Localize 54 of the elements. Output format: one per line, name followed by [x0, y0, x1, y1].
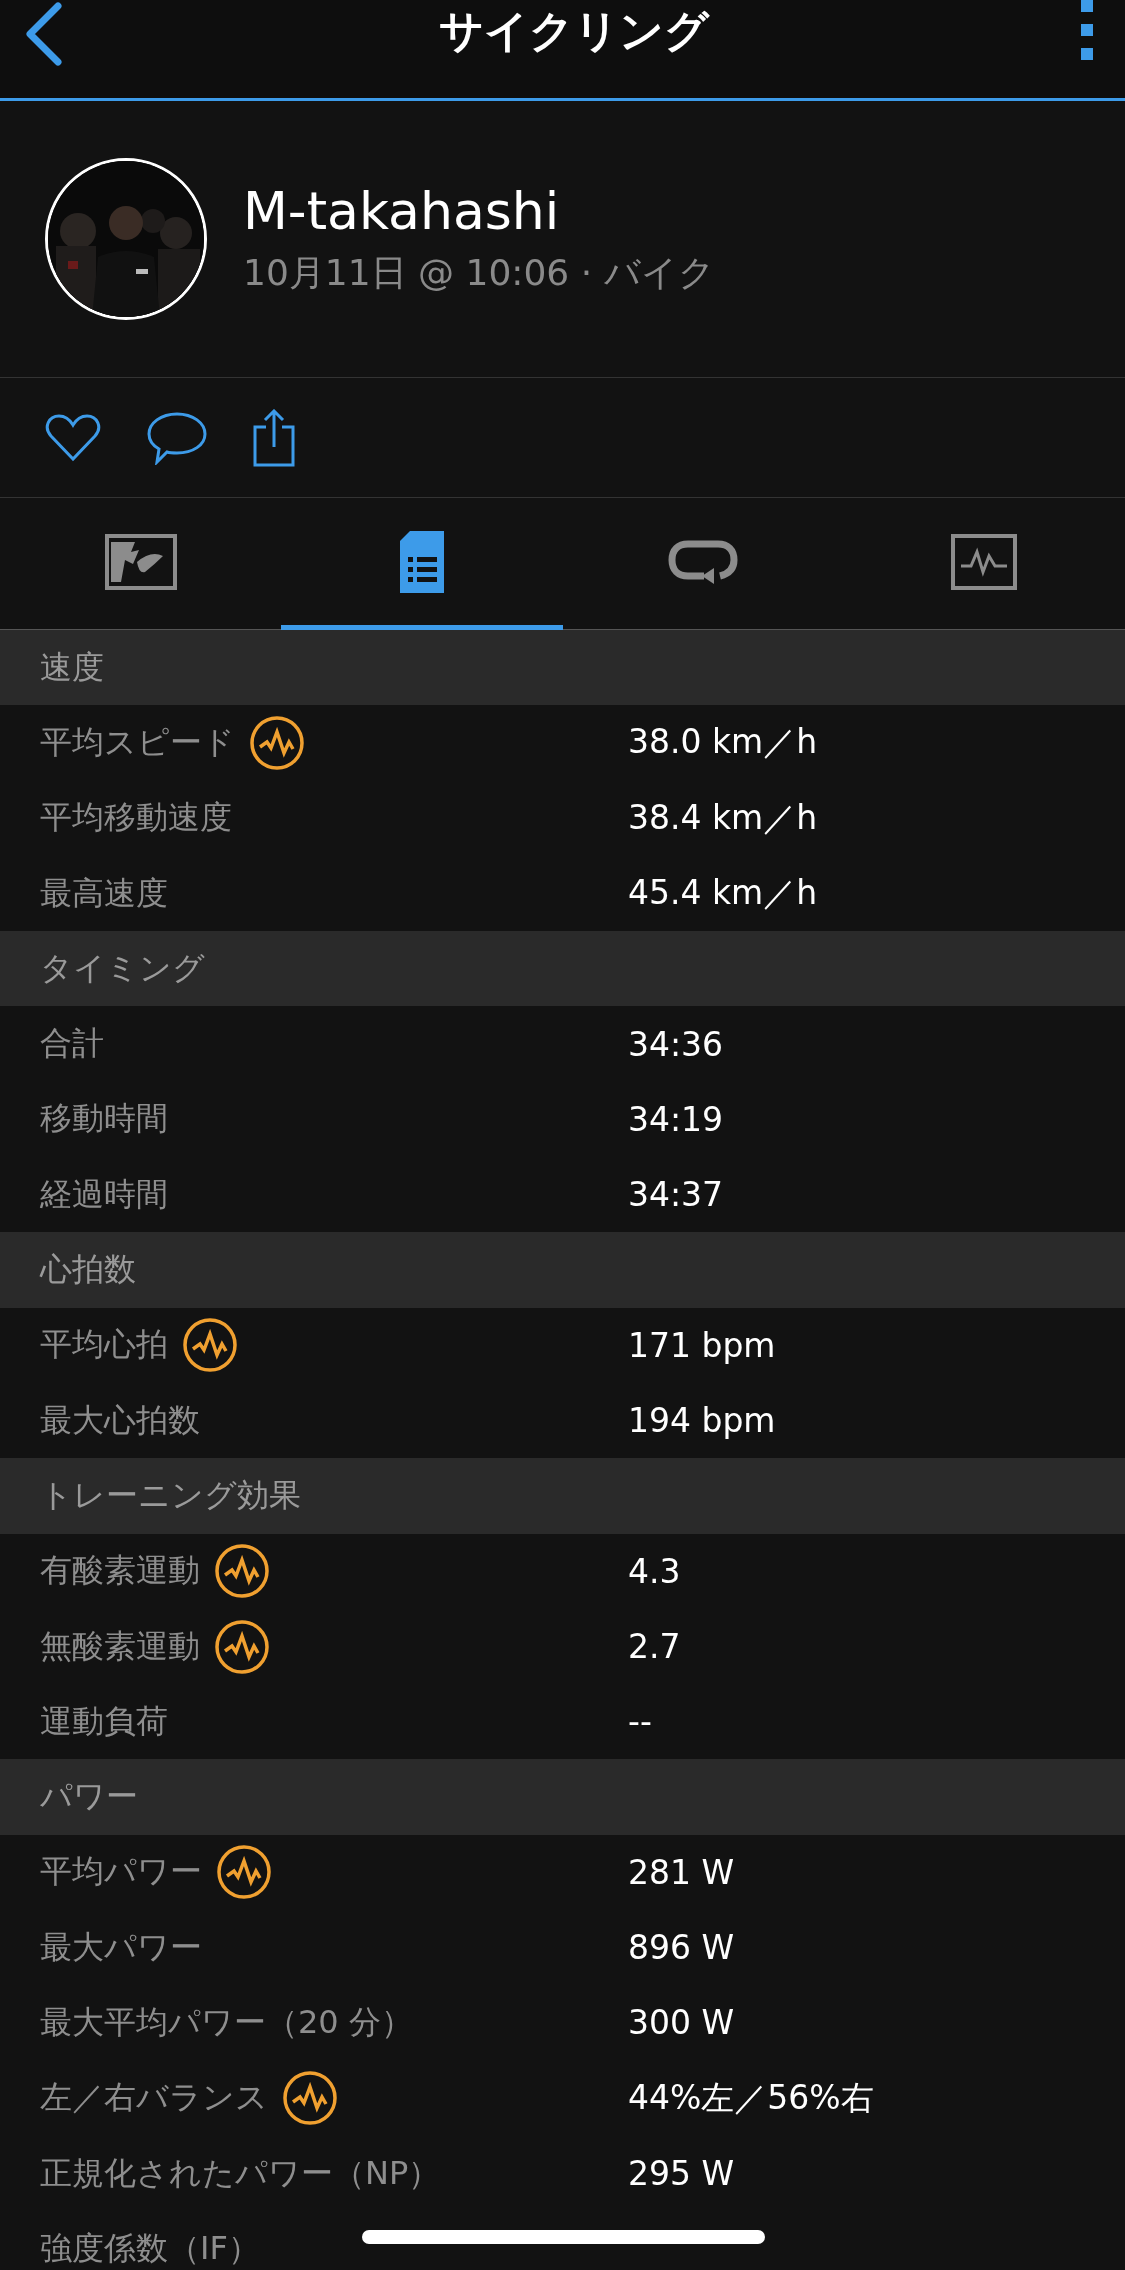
stat-value: 34:19 [628, 1099, 724, 1139]
stat-label: 正規化されたパワー（NP） [40, 2152, 441, 2194]
stat-value: 295 W [628, 2154, 735, 2194]
stat-value: 4.3 [628, 1551, 681, 1591]
pulse-badge-icon[interactable] [249, 714, 305, 771]
stat-label: 無酸素運動 [40, 1625, 200, 1667]
stat-label: 合計 [40, 1023, 104, 1065]
screen-title: サイクリング [438, 3, 709, 58]
stat-value: -- [628, 1702, 652, 1742]
section-title: タイミング [40, 947, 205, 989]
stat-value: 34:37 [628, 1175, 724, 1215]
stat-value: 896 W [628, 1928, 735, 1968]
stat-label: 移動時間 [40, 1098, 168, 1140]
stat-label: 平均移動速度 [40, 797, 232, 839]
stat-value: 2.7 [628, 1627, 681, 1666]
stat-value: 38.4 km／h [628, 796, 818, 839]
comment-icon[interactable] [147, 410, 207, 465]
pulse-badge-icon[interactable] [182, 1317, 238, 1374]
stat-value: 171 bpm [628, 1325, 776, 1365]
stat-label: 最大心拍数 [40, 1399, 200, 1441]
stat-value: 34:36 [628, 1024, 724, 1064]
user-name: M-takahashi [243, 180, 561, 241]
stat-value: 44%左／56%右 [628, 2076, 874, 2119]
pulse-badge-icon[interactable] [216, 1844, 272, 1901]
section-title: 速度 [40, 646, 104, 688]
chart-icon [951, 533, 1018, 590]
stat-value: 38.0 km／h [628, 721, 818, 764]
share-icon[interactable] [253, 408, 295, 467]
like-icon[interactable] [45, 413, 101, 462]
stat-label: 運動負荷 [40, 1700, 168, 1742]
section-title: トレーニング効果 [40, 1474, 301, 1516]
pulse-badge-icon[interactable] [282, 2070, 338, 2127]
stat-value: 45.4 km／h [628, 872, 818, 915]
stat-label: 強度係数（IF） [40, 2227, 260, 2269]
section-title: パワー [40, 1776, 138, 1818]
stat-label: 有酸素運動 [40, 1550, 200, 1592]
stat-value: 300 W [628, 2003, 735, 2043]
stat-label: 平均心拍 [40, 1324, 168, 1366]
stat-label: 経過時間 [40, 1173, 168, 1215]
stat-value: 194 bpm [628, 1401, 776, 1441]
pulse-badge-icon[interactable] [214, 1543, 270, 1600]
stat-label: 左／右バランス [40, 2077, 268, 2119]
stat-label: 最高速度 [40, 872, 168, 914]
section-title: 心拍数 [40, 1249, 136, 1290]
activity-date: 10月11日 @ 10:06 · バイク [243, 250, 715, 295]
stat-value: 281 W [628, 1852, 735, 1892]
stat-label: 平均スピード [40, 721, 235, 763]
pulse-badge-icon[interactable] [214, 1618, 270, 1675]
stat-label: 平均パワー [40, 1851, 202, 1893]
stat-label: 最大パワー [40, 1926, 202, 1968]
stats-sheet-icon [397, 528, 446, 595]
stat-label: 最大平均パワー（20 分） [40, 2002, 413, 2043]
map-icon [104, 533, 177, 590]
more-menu-icon[interactable] [1081, 0, 1095, 62]
